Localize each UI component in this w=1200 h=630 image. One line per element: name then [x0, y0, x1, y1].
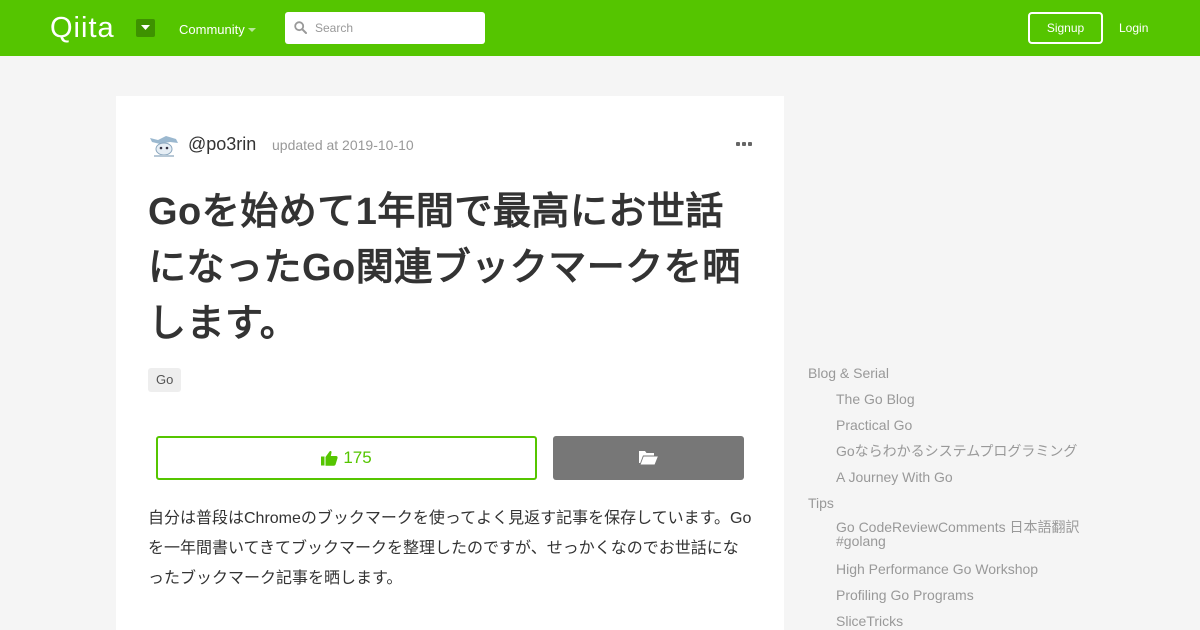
community-menu[interactable]: Community — [179, 22, 245, 38]
like-button[interactable]: 175 — [156, 436, 537, 480]
thumbs-up-icon — [321, 450, 338, 466]
avatar[interactable] — [148, 130, 180, 160]
toc-heading-blog-serial[interactable]: Blog & Serial — [808, 364, 1098, 382]
service-menu-button[interactable] — [136, 19, 155, 37]
caret-down-icon — [141, 25, 150, 30]
toc-item-practical-go[interactable]: Practical Go — [808, 416, 1098, 434]
toc-item-profiling-go[interactable]: Profiling Go Programs — [808, 586, 1098, 604]
folder-open-icon — [639, 451, 658, 465]
toc-item-slicetricks[interactable]: SliceTricks — [808, 612, 1098, 630]
article-card: @po3rin updated at 2019-10-10 Goを始めて1年間で… — [116, 96, 784, 630]
toc-heading-tips[interactable]: Tips — [808, 494, 1098, 512]
toc-item-journey-with-go[interactable]: A Journey With Go — [808, 468, 1098, 486]
login-link[interactable]: Login — [1119, 20, 1148, 36]
toc-item-system-programming[interactable]: Goならわかるシステムプログラミング — [808, 442, 1098, 460]
toc-item-the-go-blog[interactable]: The Go Blog — [808, 390, 1098, 408]
search-box — [285, 12, 485, 44]
toc-item-code-review-comments[interactable]: Go CodeReviewComments 日本語翻訳 #golang — [808, 520, 1098, 548]
like-count: 175 — [343, 448, 372, 467]
global-header: Qiita Community Signup Login — [0, 0, 1200, 56]
qiita-logo[interactable]: Qiita — [50, 13, 115, 43]
toc-item-high-performance-workshop[interactable]: High Performance Go Workshop — [808, 560, 1098, 578]
signup-button[interactable]: Signup — [1028, 12, 1103, 44]
more-options-icon[interactable] — [736, 142, 752, 146]
article-intro: 自分は普段はChromeのブックマークを使ってよく見返す記事を保存しています。G… — [148, 510, 752, 587]
search-icon — [294, 21, 307, 34]
tag-go[interactable]: Go — [148, 368, 182, 392]
author-username[interactable]: @po3rin — [188, 133, 256, 155]
table-of-contents: Blog & Serial The Go Blog Practical Go G… — [808, 364, 1098, 630]
updated-date: updated at 2019-10-10 — [272, 137, 414, 153]
article-title: Goを始めて1年間で最高にお世話になったGo関連ブックマークを晒します。 — [148, 191, 741, 345]
stock-button[interactable] — [553, 436, 744, 480]
search-input[interactable] — [315, 19, 475, 37]
community-caret-icon — [248, 28, 256, 32]
